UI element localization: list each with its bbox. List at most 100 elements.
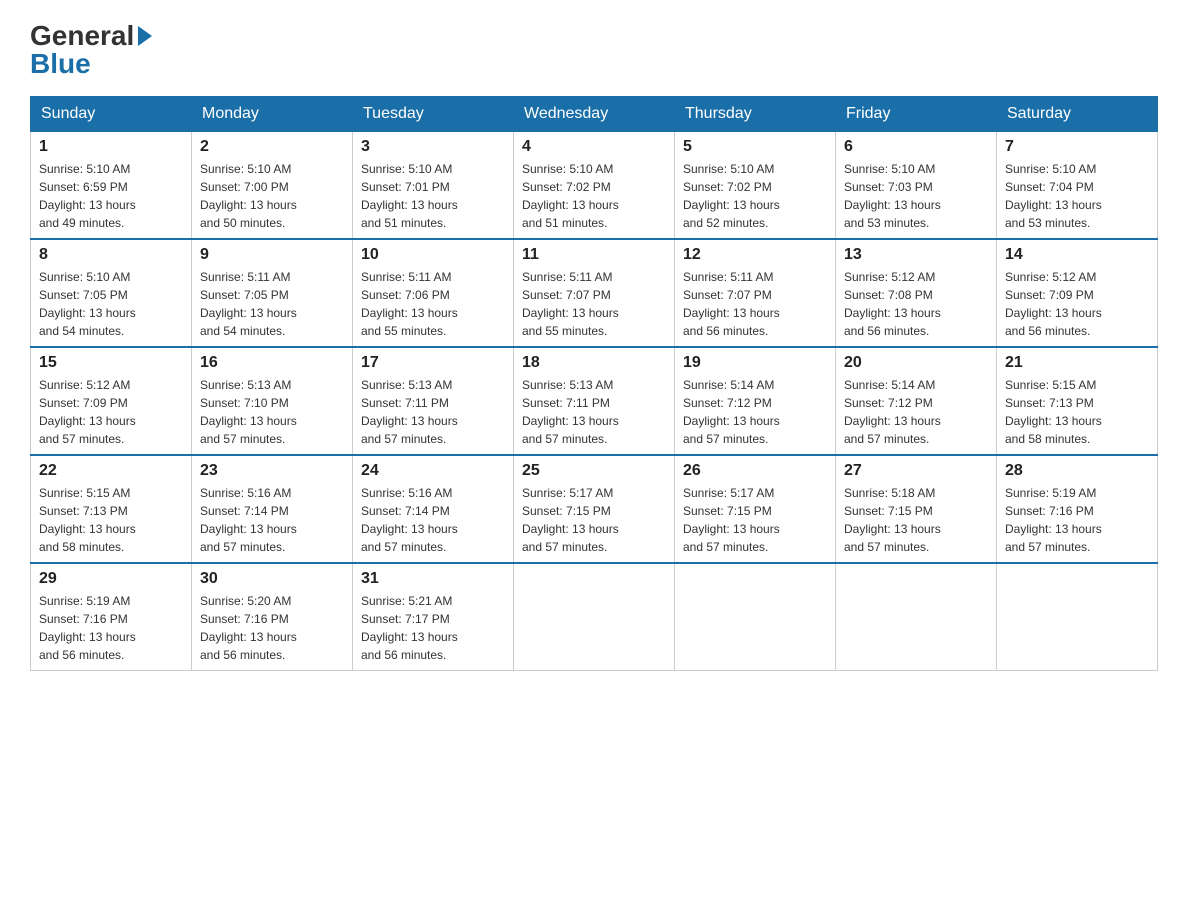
- calendar-week-row: 15 Sunrise: 5:12 AMSunset: 7:09 PMDaylig…: [31, 347, 1158, 455]
- day-info: Sunrise: 5:13 AMSunset: 7:11 PMDaylight:…: [361, 376, 505, 448]
- day-info: Sunrise: 5:19 AMSunset: 7:16 PMDaylight:…: [39, 592, 183, 664]
- day-info: Sunrise: 5:11 AMSunset: 7:07 PMDaylight:…: [683, 268, 827, 340]
- day-number: 31: [361, 570, 505, 588]
- day-info: Sunrise: 5:11 AMSunset: 7:06 PMDaylight:…: [361, 268, 505, 340]
- calendar-cell: 12 Sunrise: 5:11 AMSunset: 7:07 PMDaylig…: [675, 239, 836, 347]
- day-info: Sunrise: 5:10 AMSunset: 7:04 PMDaylight:…: [1005, 160, 1149, 232]
- day-number: 13: [844, 246, 988, 264]
- logo: General Blue: [30, 20, 152, 80]
- calendar-cell: 23 Sunrise: 5:16 AMSunset: 7:14 PMDaylig…: [192, 455, 353, 563]
- day-info: Sunrise: 5:16 AMSunset: 7:14 PMDaylight:…: [200, 484, 344, 556]
- column-header-monday: Monday: [192, 97, 353, 132]
- calendar-cell: 1 Sunrise: 5:10 AMSunset: 6:59 PMDayligh…: [31, 132, 192, 240]
- calendar-cell: 2 Sunrise: 5:10 AMSunset: 7:00 PMDayligh…: [192, 132, 353, 240]
- day-number: 5: [683, 138, 827, 156]
- calendar-cell: 18 Sunrise: 5:13 AMSunset: 7:11 PMDaylig…: [514, 347, 675, 455]
- column-header-saturday: Saturday: [997, 97, 1158, 132]
- calendar-cell: 4 Sunrise: 5:10 AMSunset: 7:02 PMDayligh…: [514, 132, 675, 240]
- calendar-cell: 19 Sunrise: 5:14 AMSunset: 7:12 PMDaylig…: [675, 347, 836, 455]
- day-info: Sunrise: 5:12 AMSunset: 7:09 PMDaylight:…: [1005, 268, 1149, 340]
- calendar-week-row: 29 Sunrise: 5:19 AMSunset: 7:16 PMDaylig…: [31, 563, 1158, 671]
- day-number: 30: [200, 570, 344, 588]
- day-info: Sunrise: 5:13 AMSunset: 7:10 PMDaylight:…: [200, 376, 344, 448]
- day-number: 7: [1005, 138, 1149, 156]
- calendar-cell: 21 Sunrise: 5:15 AMSunset: 7:13 PMDaylig…: [997, 347, 1158, 455]
- calendar-cell: [836, 563, 997, 671]
- calendar-week-row: 8 Sunrise: 5:10 AMSunset: 7:05 PMDayligh…: [31, 239, 1158, 347]
- day-info: Sunrise: 5:12 AMSunset: 7:08 PMDaylight:…: [844, 268, 988, 340]
- day-info: Sunrise: 5:10 AMSunset: 6:59 PMDaylight:…: [39, 160, 183, 232]
- day-number: 11: [522, 246, 666, 264]
- day-info: Sunrise: 5:18 AMSunset: 7:15 PMDaylight:…: [844, 484, 988, 556]
- day-number: 15: [39, 354, 183, 372]
- calendar-cell: 29 Sunrise: 5:19 AMSunset: 7:16 PMDaylig…: [31, 563, 192, 671]
- day-number: 18: [522, 354, 666, 372]
- day-number: 25: [522, 462, 666, 480]
- day-number: 17: [361, 354, 505, 372]
- day-info: Sunrise: 5:10 AMSunset: 7:02 PMDaylight:…: [522, 160, 666, 232]
- day-info: Sunrise: 5:17 AMSunset: 7:15 PMDaylight:…: [522, 484, 666, 556]
- day-number: 28: [1005, 462, 1149, 480]
- calendar-cell: 16 Sunrise: 5:13 AMSunset: 7:10 PMDaylig…: [192, 347, 353, 455]
- day-number: 29: [39, 570, 183, 588]
- calendar-table: SundayMondayTuesdayWednesdayThursdayFrid…: [30, 96, 1158, 671]
- day-number: 27: [844, 462, 988, 480]
- column-header-thursday: Thursday: [675, 97, 836, 132]
- page-header: General Blue: [30, 20, 1158, 80]
- calendar-cell: 11 Sunrise: 5:11 AMSunset: 7:07 PMDaylig…: [514, 239, 675, 347]
- day-info: Sunrise: 5:11 AMSunset: 7:07 PMDaylight:…: [522, 268, 666, 340]
- column-header-friday: Friday: [836, 97, 997, 132]
- calendar-cell: 14 Sunrise: 5:12 AMSunset: 7:09 PMDaylig…: [997, 239, 1158, 347]
- day-info: Sunrise: 5:10 AMSunset: 7:02 PMDaylight:…: [683, 160, 827, 232]
- calendar-cell: 26 Sunrise: 5:17 AMSunset: 7:15 PMDaylig…: [675, 455, 836, 563]
- column-header-tuesday: Tuesday: [353, 97, 514, 132]
- day-info: Sunrise: 5:20 AMSunset: 7:16 PMDaylight:…: [200, 592, 344, 664]
- day-number: 24: [361, 462, 505, 480]
- day-number: 10: [361, 246, 505, 264]
- calendar-cell: 22 Sunrise: 5:15 AMSunset: 7:13 PMDaylig…: [31, 455, 192, 563]
- day-number: 21: [1005, 354, 1149, 372]
- calendar-cell: [675, 563, 836, 671]
- day-number: 6: [844, 138, 988, 156]
- day-number: 19: [683, 354, 827, 372]
- calendar-cell: 10 Sunrise: 5:11 AMSunset: 7:06 PMDaylig…: [353, 239, 514, 347]
- day-info: Sunrise: 5:15 AMSunset: 7:13 PMDaylight:…: [1005, 376, 1149, 448]
- calendar-cell: 15 Sunrise: 5:12 AMSunset: 7:09 PMDaylig…: [31, 347, 192, 455]
- day-number: 2: [200, 138, 344, 156]
- column-header-wednesday: Wednesday: [514, 97, 675, 132]
- day-number: 1: [39, 138, 183, 156]
- calendar-header-row: SundayMondayTuesdayWednesdayThursdayFrid…: [31, 97, 1158, 132]
- calendar-cell: 31 Sunrise: 5:21 AMSunset: 7:17 PMDaylig…: [353, 563, 514, 671]
- day-info: Sunrise: 5:10 AMSunset: 7:00 PMDaylight:…: [200, 160, 344, 232]
- calendar-cell: 9 Sunrise: 5:11 AMSunset: 7:05 PMDayligh…: [192, 239, 353, 347]
- day-number: 26: [683, 462, 827, 480]
- calendar-cell: 3 Sunrise: 5:10 AMSunset: 7:01 PMDayligh…: [353, 132, 514, 240]
- calendar-cell: 20 Sunrise: 5:14 AMSunset: 7:12 PMDaylig…: [836, 347, 997, 455]
- calendar-week-row: 1 Sunrise: 5:10 AMSunset: 6:59 PMDayligh…: [31, 132, 1158, 240]
- day-info: Sunrise: 5:10 AMSunset: 7:01 PMDaylight:…: [361, 160, 505, 232]
- day-number: 9: [200, 246, 344, 264]
- day-number: 16: [200, 354, 344, 372]
- day-number: 20: [844, 354, 988, 372]
- day-number: 12: [683, 246, 827, 264]
- day-info: Sunrise: 5:17 AMSunset: 7:15 PMDaylight:…: [683, 484, 827, 556]
- calendar-cell: 5 Sunrise: 5:10 AMSunset: 7:02 PMDayligh…: [675, 132, 836, 240]
- calendar-cell: 6 Sunrise: 5:10 AMSunset: 7:03 PMDayligh…: [836, 132, 997, 240]
- day-number: 14: [1005, 246, 1149, 264]
- day-number: 22: [39, 462, 183, 480]
- day-info: Sunrise: 5:13 AMSunset: 7:11 PMDaylight:…: [522, 376, 666, 448]
- logo-blue-text: Blue: [30, 48, 91, 80]
- day-number: 23: [200, 462, 344, 480]
- calendar-cell: 28 Sunrise: 5:19 AMSunset: 7:16 PMDaylig…: [997, 455, 1158, 563]
- calendar-cell: 25 Sunrise: 5:17 AMSunset: 7:15 PMDaylig…: [514, 455, 675, 563]
- calendar-cell: [997, 563, 1158, 671]
- day-info: Sunrise: 5:14 AMSunset: 7:12 PMDaylight:…: [844, 376, 988, 448]
- column-header-sunday: Sunday: [31, 97, 192, 132]
- day-number: 4: [522, 138, 666, 156]
- day-info: Sunrise: 5:21 AMSunset: 7:17 PMDaylight:…: [361, 592, 505, 664]
- day-info: Sunrise: 5:12 AMSunset: 7:09 PMDaylight:…: [39, 376, 183, 448]
- day-number: 3: [361, 138, 505, 156]
- calendar-cell: 30 Sunrise: 5:20 AMSunset: 7:16 PMDaylig…: [192, 563, 353, 671]
- day-info: Sunrise: 5:10 AMSunset: 7:03 PMDaylight:…: [844, 160, 988, 232]
- calendar-cell: 7 Sunrise: 5:10 AMSunset: 7:04 PMDayligh…: [997, 132, 1158, 240]
